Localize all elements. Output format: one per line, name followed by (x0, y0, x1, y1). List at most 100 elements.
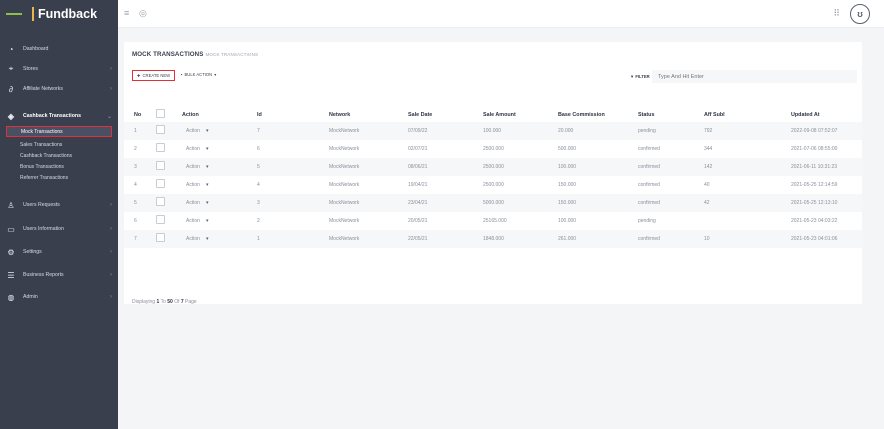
cell-sale-amount: 2500.000 (483, 164, 504, 170)
cell-network: MockNetwork (329, 236, 360, 242)
pager-to-word: To (160, 299, 166, 305)
hamburger-menu-icon[interactable]: ≡ (124, 8, 129, 18)
cell-sale-date: 23/04/21 (408, 200, 428, 206)
column-header-action[interactable]: Action (182, 112, 199, 118)
link-icon: ∂ (9, 84, 13, 94)
list-icon: ☰ (7, 270, 15, 280)
transactions-card: MOCK TRANSACTIONS MOCK TRANSACTIONS ✚ CRE… (124, 42, 862, 305)
filter-input[interactable] (652, 70, 857, 83)
chevron-right-icon: › (110, 66, 112, 72)
filter-icon: ▼ (630, 74, 635, 79)
row-action-dropdown[interactable]: Action (186, 218, 200, 224)
row-checkbox[interactable] (156, 215, 165, 224)
chevron-right-icon: › (110, 272, 112, 278)
cell-status: pending (638, 128, 656, 134)
cell-sale-amount: 25165.000 (483, 218, 507, 224)
cell-updated-at: 2021-05-23 04:03:22 (791, 218, 838, 224)
submenu-item-cashback-transactions[interactable]: Cashback Transactions (6, 150, 112, 161)
cell-sale-amount: 5000.000 (483, 200, 504, 206)
cell-no: 2 (134, 146, 137, 152)
sidebar-item-cashback-transactions[interactable]: ◈ Cashback Transactions ⌄ (0, 107, 118, 125)
cell-status: confirmed (638, 200, 660, 206)
cell-sale-date: 19/04/21 (408, 182, 428, 188)
cell-status: confirmed (638, 164, 660, 170)
create-new-button[interactable]: ✚ CREATE NEW (132, 70, 176, 81)
sidebar-item-admin[interactable]: ◍ Admin › (0, 288, 118, 306)
cell-sale-amount: 2500.000 (483, 146, 504, 152)
row-checkbox[interactable] (156, 125, 165, 134)
cell-updated-at: 2021-05-25 12:13:10 (791, 200, 838, 206)
column-header-aff-sub[interactable]: Aff Subl (704, 112, 725, 118)
sidebar-item-users-requests[interactable]: ♙ Users Requests › (0, 196, 118, 214)
admin-icon: ◍ (7, 292, 15, 302)
row-action-dropdown[interactable]: Action (186, 236, 200, 242)
cell-aff-sub: 344 (704, 146, 713, 152)
submenu-item-bonus-transactions[interactable]: Bonus Transactions (6, 161, 112, 172)
cell-aff-sub: 40 (704, 182, 710, 188)
cell-base-commission: 500.000 (558, 146, 577, 152)
filter-button[interactable]: ▼ FILTER (630, 74, 650, 79)
layers-icon: ◈ (7, 111, 15, 121)
row-action-dropdown[interactable]: Action (186, 182, 200, 188)
submenu-item-referrer-transactions[interactable]: Referrer Transactions (6, 172, 112, 183)
page-title-text: MOCK TRANSACTIONS (132, 51, 204, 58)
cell-no: 6 (134, 218, 137, 224)
pager-of-word: Of (174, 299, 180, 305)
column-header-id[interactable]: Id (257, 112, 262, 118)
sidebar-item-affiliate-networks[interactable]: ∂ Affiliate Networks › (0, 80, 118, 98)
column-header-network[interactable]: Network (329, 112, 350, 118)
caret-down-icon: ▾ (206, 128, 209, 134)
column-header-base-commission[interactable]: Base Commission (558, 112, 605, 118)
cell-status: confirmed (638, 182, 660, 188)
column-header-status[interactable]: Status (638, 112, 654, 118)
sidebar-item-label: Affiliate Networks (23, 86, 63, 92)
sidebar-item-stores[interactable]: ⌖ Stores › (0, 60, 118, 78)
column-header-sale-date[interactable]: Sale Date (408, 112, 432, 118)
bulk-action-button[interactable]: ▪ BULK ACTION ▾ (181, 72, 216, 77)
column-header-no[interactable]: No (134, 112, 141, 118)
select-all-checkbox[interactable] (156, 109, 165, 118)
cell-id: 7 (257, 128, 260, 134)
gear-icon: ⚙ (7, 247, 15, 257)
cell-sale-amount: 2500.000 (483, 182, 504, 188)
row-checkbox[interactable] (156, 197, 165, 206)
cell-aff-sub: 10 (704, 236, 710, 242)
cell-updated-at: 2021-05-25 12:14:59 (791, 182, 838, 188)
sidebar-item-label: Admin (23, 294, 38, 300)
cell-base-commission: 150.000 (558, 182, 577, 188)
row-action-dropdown[interactable]: Action (186, 128, 200, 134)
bulk-icon: ▪ (181, 72, 183, 77)
row-action-dropdown[interactable]: Action (186, 146, 200, 152)
cell-no: 1 (134, 128, 137, 134)
chevron-right-icon: › (110, 202, 112, 208)
row-checkbox[interactable] (156, 233, 165, 242)
logo[interactable]: Fundback (0, 0, 118, 28)
row-action-dropdown[interactable]: Action (186, 164, 200, 170)
row-action-dropdown[interactable]: Action (186, 200, 200, 206)
dashboard-icon: ◔ (8, 44, 14, 54)
pager-to: 50 (167, 299, 173, 305)
submenu-item-mock-transactions[interactable]: Mock Transactions (6, 126, 112, 137)
row-checkbox[interactable] (156, 143, 165, 152)
cell-no: 3 (134, 164, 137, 170)
row-checkbox[interactable] (156, 161, 165, 170)
row-checkbox[interactable] (156, 179, 165, 188)
sidebar-item-users-information[interactable]: ▭ Users Information › (0, 220, 118, 238)
cell-updated-at: 2021-07-06 08:55:00 (791, 146, 838, 152)
sidebar-item-dashboard[interactable]: ◔ Dashboard (0, 40, 118, 58)
sidebar-item-business-reports[interactable]: ☰ Business Reports › (0, 266, 118, 284)
user-icon: ♙ (7, 200, 15, 210)
cell-aff-sub: 792 (704, 128, 713, 134)
sidebar-item-settings[interactable]: ⚙ Settings › (0, 243, 118, 261)
cell-network: MockNetwork (329, 200, 360, 206)
column-header-sale-amount[interactable]: Sale Amount (483, 112, 516, 118)
cell-no: 7 (134, 236, 137, 242)
column-header-updated-at[interactable]: Updated At (791, 112, 820, 118)
submenu-item-sales-transactions[interactable]: Sales Transactions (6, 139, 112, 150)
cell-updated-at: 2021-05-23 04:01:06 (791, 236, 838, 242)
cell-id: 1 (257, 236, 260, 242)
avatar[interactable]: ʊ (850, 4, 870, 24)
globe-icon[interactable]: ◎ (139, 8, 147, 19)
window-icon: ▭ (7, 224, 15, 234)
grid-apps-icon[interactable]: ⠿ (833, 8, 840, 19)
